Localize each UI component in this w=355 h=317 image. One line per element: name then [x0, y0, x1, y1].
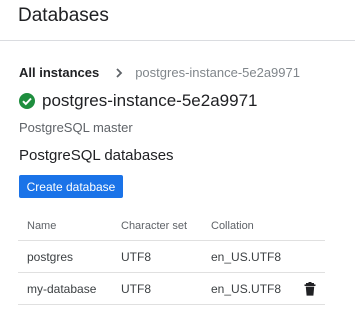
page-title: Databases [18, 5, 109, 26]
database-charset: UTF8 [121, 249, 151, 264]
database-collation: en_US.UTF8 [211, 249, 282, 264]
chevron-right-icon [116, 68, 123, 78]
table-row: postgres UTF8 en_US.UTF8 [18, 241, 325, 273]
section-title: PostgreSQL databases [19, 147, 174, 164]
column-header-character-set[interactable]: Character set [121, 220, 211, 232]
database-name: my-database [27, 281, 97, 296]
header-divider [0, 40, 355, 41]
trash-icon[interactable] [303, 281, 317, 296]
create-database-button[interactable]: Create database [19, 175, 123, 198]
database-name: postgres [27, 249, 74, 264]
instance-header: postgres-instance-5e2a9971 [18, 90, 257, 112]
database-charset: UTF8 [121, 281, 151, 296]
table-row: my-database UTF8 en_US.UTF8 [18, 273, 325, 305]
breadcrumb-current: postgres-instance-5e2a9971 [135, 65, 300, 80]
check-circle-icon [19, 93, 35, 109]
column-header-collation[interactable]: Collation [211, 220, 301, 232]
breadcrumb-all-instances-link[interactable]: All instances [19, 64, 99, 82]
instance-name: postgres-instance-5e2a9971 [42, 91, 258, 110]
table-header: Name Character set Collation [18, 211, 325, 241]
column-header-name[interactable]: Name [18, 220, 121, 232]
databases-table: Name Character set Collation postgres UT… [18, 211, 325, 305]
instance-type: PostgreSQL master [19, 120, 133, 135]
breadcrumb: All instances postgres-instance-5e2a9971 [19, 64, 300, 82]
database-collation: en_US.UTF8 [211, 281, 282, 296]
